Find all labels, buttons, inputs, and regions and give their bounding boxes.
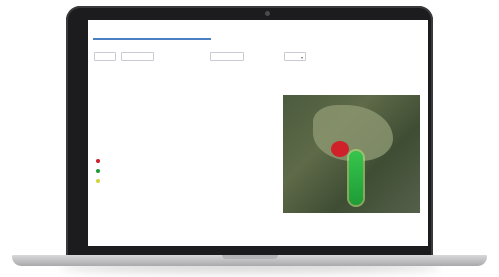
field-3	[210, 50, 244, 61]
table-row[interactable]	[96, 166, 276, 176]
table-row[interactable]	[96, 176, 276, 186]
header-underline	[93, 38, 211, 40]
filter-form	[94, 50, 424, 76]
field-3-input[interactable]	[210, 52, 244, 61]
field-1	[94, 50, 116, 61]
field-1-input[interactable]	[94, 52, 116, 61]
satellite-map[interactable]	[283, 95, 420, 213]
summary-panel	[96, 86, 276, 154]
field-2	[121, 50, 154, 61]
results-table	[96, 146, 276, 186]
map-green-zone	[349, 151, 363, 205]
app-header	[93, 24, 423, 46]
map-red-zone	[331, 141, 349, 157]
laptop-screen	[88, 20, 428, 246]
status-dot-green	[96, 166, 102, 176]
field-2-input[interactable]	[121, 52, 154, 61]
field-4-select[interactable]	[284, 52, 306, 62]
webcam-icon	[265, 11, 270, 16]
table-row[interactable]	[96, 156, 276, 166]
field-4	[284, 50, 306, 62]
status-dot-yellow	[96, 176, 102, 186]
laptop-hinge-notch	[222, 255, 278, 259]
table-header	[96, 146, 276, 156]
status-dot-red	[96, 156, 102, 166]
